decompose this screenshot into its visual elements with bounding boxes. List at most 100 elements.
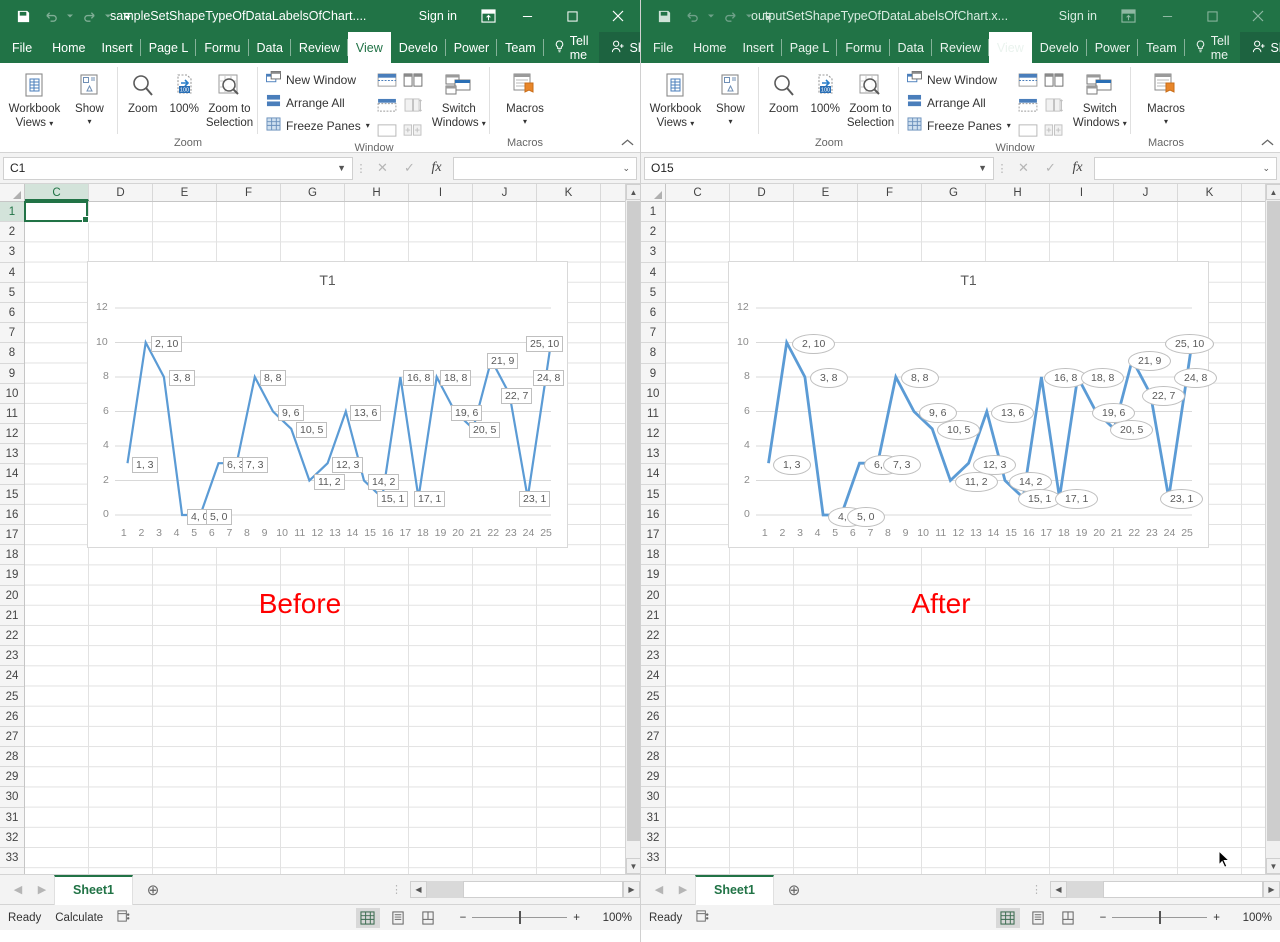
column-header-E[interactable]: E — [794, 184, 858, 201]
redo-dropdown-icon[interactable] — [104, 4, 112, 28]
page-layout-icon[interactable] — [386, 908, 410, 928]
zoom-slider[interactable]: − + — [1100, 912, 1220, 924]
name-box-caret-icon[interactable]: ▼ — [978, 163, 987, 173]
arrange-all-button[interactable]: Arrange All — [903, 91, 1015, 114]
enter-icon[interactable]: ✓ — [1037, 157, 1064, 180]
hide-icon[interactable] — [374, 94, 400, 117]
column-header-D[interactable]: D — [730, 184, 794, 201]
row-header-2[interactable]: 2 — [641, 222, 665, 242]
row-header-32[interactable]: 32 — [0, 828, 24, 848]
share-button[interactable]: Share — [599, 32, 641, 63]
synchronous-scrolling-icon[interactable] — [1041, 94, 1067, 117]
row-header-11[interactable]: 11 — [641, 404, 665, 424]
data-label[interactable]: 22, 7 — [1142, 386, 1185, 406]
data-label[interactable]: 1, 3 — [773, 455, 811, 475]
row-header-22[interactable]: 22 — [641, 626, 665, 646]
horizontal-scrollbar[interactable]: ◀ ▶ — [1050, 881, 1280, 898]
data-label[interactable]: 17, 1 — [414, 491, 445, 507]
redo-icon[interactable] — [76, 4, 102, 28]
zoom-out-icon[interactable]: − — [1100, 912, 1107, 924]
formula-input[interactable]: ⌄ — [453, 157, 637, 180]
macros-button[interactable]: Macros ▾ — [494, 66, 556, 126]
row-header-7[interactable]: 7 — [641, 323, 665, 343]
data-label[interactable]: 23, 1 — [1160, 489, 1203, 509]
tell-me-box[interactable]: Tell me — [544, 32, 599, 63]
workbook-views-button[interactable]: Workbook Views ▾ — [645, 66, 706, 130]
column-header-G[interactable]: G — [922, 184, 986, 201]
row-header-2[interactable]: 2 — [0, 222, 24, 242]
zoom-track[interactable] — [1112, 917, 1207, 918]
show-dropdown-caret[interactable]: ▾ — [87, 117, 91, 126]
freeze-panes-button[interactable]: Freeze Panes ▾ — [262, 114, 374, 137]
prev-sheet-icon[interactable]: ◀ — [6, 883, 30, 896]
save-icon[interactable] — [10, 4, 36, 28]
data-label[interactable]: 18, 8 — [440, 370, 471, 386]
freeze-panes-button[interactable]: Freeze Panes ▾ — [903, 114, 1015, 137]
close-icon[interactable] — [595, 0, 640, 32]
data-label[interactable]: 1, 3 — [132, 457, 158, 473]
row-header-6[interactable]: 6 — [0, 303, 24, 323]
column-header-K[interactable]: K — [537, 184, 601, 201]
horizontal-scrollbar[interactable]: ◀ ▶ — [410, 881, 640, 898]
row-header-30[interactable]: 30 — [0, 787, 24, 807]
row-header-10[interactable]: 10 — [0, 384, 24, 404]
row-header-8[interactable]: 8 — [0, 343, 24, 363]
data-label[interactable]: 5, 0 — [847, 507, 885, 527]
vertical-scroll-thumb[interactable] — [1267, 201, 1280, 841]
row-header-11[interactable]: 11 — [0, 404, 24, 424]
data-label[interactable]: 3, 8 — [810, 368, 848, 388]
row-header-33[interactable]: 33 — [0, 848, 24, 868]
row-header-26[interactable]: 26 — [641, 707, 665, 727]
tab-review[interactable]: Review — [291, 32, 348, 63]
undo-dropdown-icon[interactable] — [66, 4, 74, 28]
sheet-bar-grip[interactable]: ⋮ — [1031, 883, 1050, 896]
row-header-23[interactable]: 23 — [641, 646, 665, 666]
zoom-knob[interactable] — [1159, 911, 1161, 924]
zoom-out-icon[interactable]: − — [460, 912, 467, 924]
zoom-to-selection-button[interactable]: Zoom to Selection — [846, 66, 895, 130]
show-dropdown-caret[interactable]: ▾ — [728, 117, 732, 126]
ribbon-display-options-icon[interactable] — [471, 9, 505, 23]
tab-insert[interactable]: Insert — [735, 32, 782, 63]
cancel-icon[interactable]: ✕ — [369, 157, 396, 180]
row-header-4[interactable]: 4 — [0, 263, 24, 283]
view-side-by-side-icon[interactable] — [1041, 69, 1067, 92]
view-side-by-side-icon[interactable] — [400, 69, 426, 92]
tab-review[interactable]: Review — [932, 32, 989, 63]
new-window-button[interactable]: New Window — [262, 68, 374, 91]
scroll-left-icon[interactable]: ◀ — [410, 881, 427, 898]
horizontal-scroll-thumb[interactable] — [463, 881, 623, 898]
formula-expand-icon[interactable]: ⌄ — [622, 163, 630, 174]
row-header-15[interactable]: 15 — [641, 485, 665, 505]
row-header-4[interactable]: 4 — [641, 263, 665, 283]
row-header-14[interactable]: 14 — [0, 464, 24, 484]
data-label[interactable]: 3, 8 — [169, 370, 195, 386]
tab-power[interactable]: Power — [446, 32, 497, 63]
row-header-20[interactable]: 20 — [641, 586, 665, 606]
data-label[interactable]: 2, 10 — [792, 334, 835, 354]
ribbon-display-options-icon[interactable] — [1111, 9, 1145, 23]
row-header-32[interactable]: 32 — [641, 828, 665, 848]
column-header-F[interactable]: F — [217, 184, 281, 201]
prev-sheet-icon[interactable]: ◀ — [647, 883, 671, 896]
row-header-9[interactable]: 9 — [0, 364, 24, 384]
next-sheet-icon[interactable]: ▶ — [671, 883, 695, 896]
row-header-8[interactable]: 8 — [641, 343, 665, 363]
vertical-scrollbar[interactable]: ▲ ▼ — [625, 184, 640, 874]
tab-power[interactable]: Power — [1087, 32, 1138, 63]
show-button[interactable]: Show ▾ — [706, 66, 755, 126]
scroll-right-icon[interactable]: ▶ — [1263, 881, 1280, 898]
tab-view[interactable]: View — [348, 32, 391, 63]
macros-dropdown-caret[interactable]: ▾ — [1164, 117, 1168, 126]
zoom-100-button[interactable]: 100 100% — [163, 66, 204, 117]
minimize-icon[interactable] — [505, 0, 550, 32]
data-label[interactable]: 8, 8 — [260, 370, 286, 386]
undo-icon[interactable] — [38, 4, 64, 28]
data-label[interactable]: 7, 3 — [883, 455, 921, 475]
row-header-12[interactable]: 12 — [641, 424, 665, 444]
zoom-button[interactable]: Zoom — [763, 66, 804, 117]
row-header-6[interactable]: 6 — [641, 303, 665, 323]
scroll-up-icon[interactable]: ▲ — [1266, 184, 1280, 200]
save-icon[interactable] — [651, 4, 677, 28]
cell-area[interactable]: T1 — [25, 202, 640, 874]
